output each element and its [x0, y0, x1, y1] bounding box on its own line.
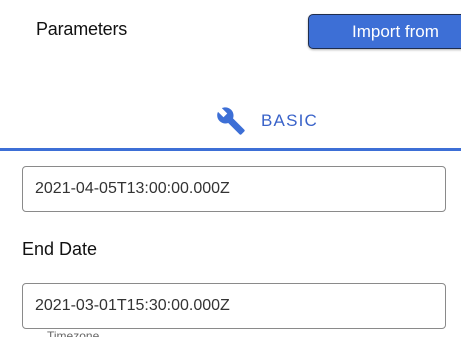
wrench-icon — [217, 107, 245, 135]
tab-basic[interactable]: BASIC — [216, 106, 318, 136]
timezone-label: Timezone — [44, 329, 103, 337]
tab-basic-label: BASIC — [261, 111, 319, 130]
end-date-input[interactable]: 2021-03-01T15:30:00.000Z — [22, 283, 446, 329]
end-date-label: End Date — [22, 239, 98, 259]
start-date-input[interactable]: 2021-04-05T13:00:00.000Z — [22, 166, 446, 212]
tab-active-indicator — [0, 148, 461, 151]
import-from-button[interactable]: Import from — [308, 14, 461, 49]
parameters-panel: Parameters Import from BASIC 2021-04-05T… — [0, 0, 461, 337]
page-title: Parameters — [36, 19, 128, 39]
